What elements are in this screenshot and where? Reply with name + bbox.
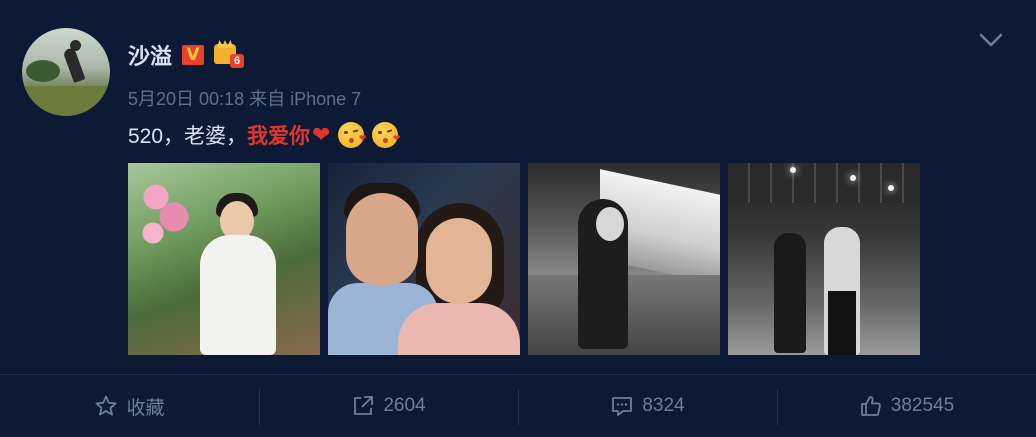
repost-button[interactable]: 2604 (259, 375, 518, 437)
kiss-emoji-icon: ❤ (338, 122, 366, 148)
photo-couple-selfie[interactable] (328, 163, 520, 355)
member-level-number: 6 (230, 54, 245, 68)
kiss-emoji-icon: ❤ (372, 122, 400, 148)
comment-count: 8324 (642, 395, 685, 416)
heart-icon: ❤ (312, 122, 331, 147)
photo-woman-in-garden[interactable] (128, 163, 320, 355)
favorite-label: 收藏 (126, 397, 165, 419)
photo-woman-at-train-platform[interactable] (528, 163, 720, 355)
user-name[interactable]: 沙溢 (128, 39, 172, 71)
thumbs-up-icon (860, 396, 881, 416)
comment-button[interactable]: 8324 (518, 375, 777, 437)
post-text-highlight: 我爱你 (247, 125, 311, 148)
photo-couple-holding-hands[interactable] (728, 163, 920, 355)
action-bar: 收藏 2604 8324 382545 (0, 375, 1036, 437)
post-source-prefix: 来自 (249, 89, 286, 109)
verified-badge-icon[interactable]: V (182, 45, 205, 65)
like-count: 382545 (890, 395, 955, 416)
like-button[interactable]: 382545 (777, 375, 1036, 437)
post-time[interactable]: 5月20日 00:18 (128, 89, 244, 109)
member-level-icon[interactable]: 6 (214, 42, 245, 68)
favorite-button[interactable]: 收藏 (0, 375, 259, 437)
post-text: 520，老婆， 我爱你 ❤ ❤ ❤ (128, 120, 400, 150)
post-meta: 5月20日 00:18 来自 iPhone 7 (128, 85, 361, 111)
repost-count: 2604 (383, 395, 426, 416)
post-text-plain: 520，老婆， (128, 125, 248, 148)
weibo-post-card: 沙溢 V 6 5月20日 00:18 来自 iPhone 7 520，老婆， 我… (0, 0, 1036, 437)
avatar[interactable] (22, 28, 110, 116)
avatar-person (62, 46, 86, 84)
comment-icon (612, 397, 633, 416)
star-icon (95, 395, 117, 416)
avatar-ground (22, 86, 110, 116)
chevron-down-icon[interactable] (978, 30, 1004, 50)
share-icon (354, 396, 374, 415)
avatar-bush (26, 60, 60, 82)
photo-grid (128, 163, 920, 355)
user-name-row: 沙溢 V 6 (128, 39, 245, 71)
post-source[interactable]: iPhone 7 (290, 89, 361, 109)
